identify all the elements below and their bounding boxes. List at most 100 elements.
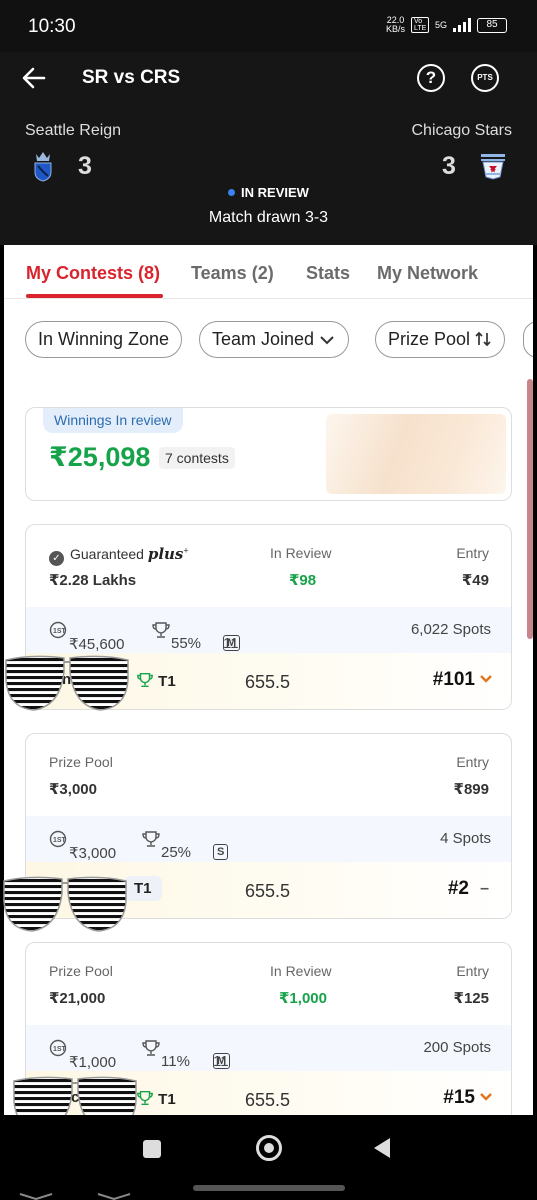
team-name-partial: c (71, 1089, 80, 1106)
battery-icon: 85 (477, 17, 507, 33)
network-type: 5G (434, 20, 447, 30)
team-points: 655.5 (245, 1090, 291, 1110)
winnings-card: Winnings In review ₹25,098 7 contests (25, 407, 512, 501)
home-icon[interactable] (256, 1135, 282, 1161)
team-rank: #101 (432, 669, 475, 690)
svg-text:1ST: 1ST (53, 1046, 67, 1053)
match-result: Match drawn 3-3 (208, 209, 329, 226)
winnings-amount: ₹25,098 (49, 442, 151, 472)
points-button[interactable]: PTS (471, 64, 499, 92)
spots-count: 200 Spots (423, 1039, 491, 1056)
chicago-stars-logo (481, 154, 505, 180)
entry-fee: ₹899 (453, 781, 489, 798)
first-prize: 1ST ₹3,000 (49, 830, 116, 862)
tab-bar: My Contests (8) Teams (2) Stats My Netwo… (4, 245, 533, 299)
recents-icon[interactable] (143, 1140, 161, 1158)
question-circle-icon[interactable]: ? (417, 64, 445, 92)
status-dot-icon (228, 189, 236, 196)
team-row[interactable]: n T1 655.5 #101 (26, 653, 511, 709)
tab-my-network[interactable]: My Network (377, 263, 478, 284)
team-tag: T1 (136, 1089, 176, 1108)
verified-icon: ✓ (49, 551, 64, 566)
winnings-label: Winnings In review (43, 408, 183, 433)
contest-type: ✓ Guaranteed plus+ (49, 545, 189, 566)
prize-amount: ₹3,000 (49, 781, 97, 798)
seattle-reign-logo (34, 152, 52, 182)
team-name-partial: n (62, 671, 72, 688)
filter-prize-pool[interactable]: Prize Pool (375, 321, 506, 358)
trophy-icon (152, 622, 170, 638)
chevron-down-icon[interactable] (479, 1092, 493, 1102)
trophy-icon (142, 831, 160, 847)
status-bar: 10:30 22.0 KB/s Vo LTE 5G 85 (0, 0, 537, 52)
team-rank: #2 (447, 878, 469, 899)
team-points: 655.5 (245, 881, 291, 901)
contest-card[interactable]: Prize Pool ₹3,000 Entry ₹899 1ST ₹3,000 … (25, 733, 512, 919)
back-arrow-icon[interactable] (20, 64, 48, 92)
tab-stats[interactable]: Stats (306, 263, 350, 284)
stadium-illustration (326, 414, 506, 494)
prize-amount: ₹21,000 (49, 990, 106, 1007)
entry-label: Entry (456, 963, 489, 979)
match-status: IN REVIEW (0, 185, 537, 200)
win-percent: 55% (151, 621, 201, 652)
review-amount: ₹1,000 (279, 990, 327, 1007)
contests-count: 7 contests (159, 447, 235, 469)
signal-icon (453, 18, 471, 32)
filter-team-joined[interactable]: Team Joined (199, 321, 350, 358)
contest-info-row: 1ST ₹1,000 11% M 11 200 Spots (26, 1025, 511, 1071)
sort-arrows-icon (475, 331, 491, 347)
filter-in-winning-zone[interactable]: In Winning Zone (25, 321, 183, 358)
contest-card[interactable]: Prize Pool ₹21,000 In Review ₹1,000 Entr… (25, 942, 512, 1115)
contest-type: Prize Pool (49, 963, 113, 979)
team-tag: T1 (136, 671, 176, 690)
team-row[interactable]: T1 655.5 #2 – (26, 862, 511, 918)
filter-more[interactable] (523, 321, 533, 358)
score-right: 3 (442, 152, 456, 180)
team-tag: T1 (124, 876, 162, 901)
contest-info-row: 1ST ₹3,000 25% S 4 Spots (26, 816, 511, 862)
volte-badge: Vo LTE (410, 17, 429, 33)
team-points: 655.5 (245, 672, 291, 692)
no-change-icon: – (480, 880, 489, 897)
chevron-down-icon[interactable] (479, 674, 493, 684)
entry-fee: ₹125 (453, 990, 489, 1007)
scrollbar[interactable] (527, 379, 533, 639)
entry-fee: ₹49 (461, 572, 489, 589)
back-triangle-icon[interactable] (374, 1138, 390, 1158)
status-time: 10:30 (28, 16, 76, 37)
score-left: 3 (78, 152, 92, 180)
contest-info-row: 1ST ₹45,600 55% M 11 6,022 Spots (26, 607, 511, 653)
trophy-icon (142, 1040, 160, 1056)
first-prize: 1ST ₹45,600 (49, 621, 124, 653)
net-speed: 22.0 KB/s (385, 15, 405, 34)
team-left-name: Seattle Reign (25, 122, 122, 139)
first-place-icon: 1ST (49, 1039, 67, 1057)
tabs-divider (4, 298, 533, 299)
tab-teams[interactable]: Teams (2) (191, 263, 274, 284)
svg-text:1ST: 1ST (53, 837, 67, 844)
prize-amount: ₹2.28 Lakhs (49, 572, 137, 589)
team-right-name: Chicago Stars (411, 122, 513, 139)
sunglasses-overlay-icon (19, 1193, 131, 1200)
contest-type: Prize Pool (49, 754, 113, 770)
chevron-down-icon (320, 336, 334, 345)
gesture-handle[interactable] (193, 1185, 345, 1191)
first-prize: 1ST ₹1,000 (49, 1039, 116, 1071)
single-entry-badge: S (213, 844, 229, 860)
review-amount: ₹98 (289, 572, 317, 589)
win-percent: 11% (141, 1039, 190, 1070)
win-percent: 25% (141, 830, 191, 861)
contests-panel: My Contests (8) Teams (2) Stats My Netwo… (4, 245, 533, 1115)
tab-my-contests[interactable]: My Contests (8) (26, 263, 160, 284)
svg-text:1ST: 1ST (53, 628, 67, 635)
contest-card[interactable]: ✓ Guaranteed plus+ ₹2.28 Lakhs In Review … (25, 524, 512, 710)
status-icons: 22.0 KB/s Vo LTE 5G 85 (386, 16, 507, 34)
spots-count: 6,022 Spots (410, 621, 491, 638)
team-row[interactable]: c T1 655.5 #15 (26, 1071, 511, 1115)
system-nav-bar (0, 1115, 537, 1200)
team-rank: #15 (443, 1087, 475, 1108)
review-label: In Review (270, 963, 332, 979)
spots-count: 4 Spots (440, 830, 491, 847)
trophy-icon (137, 672, 153, 688)
